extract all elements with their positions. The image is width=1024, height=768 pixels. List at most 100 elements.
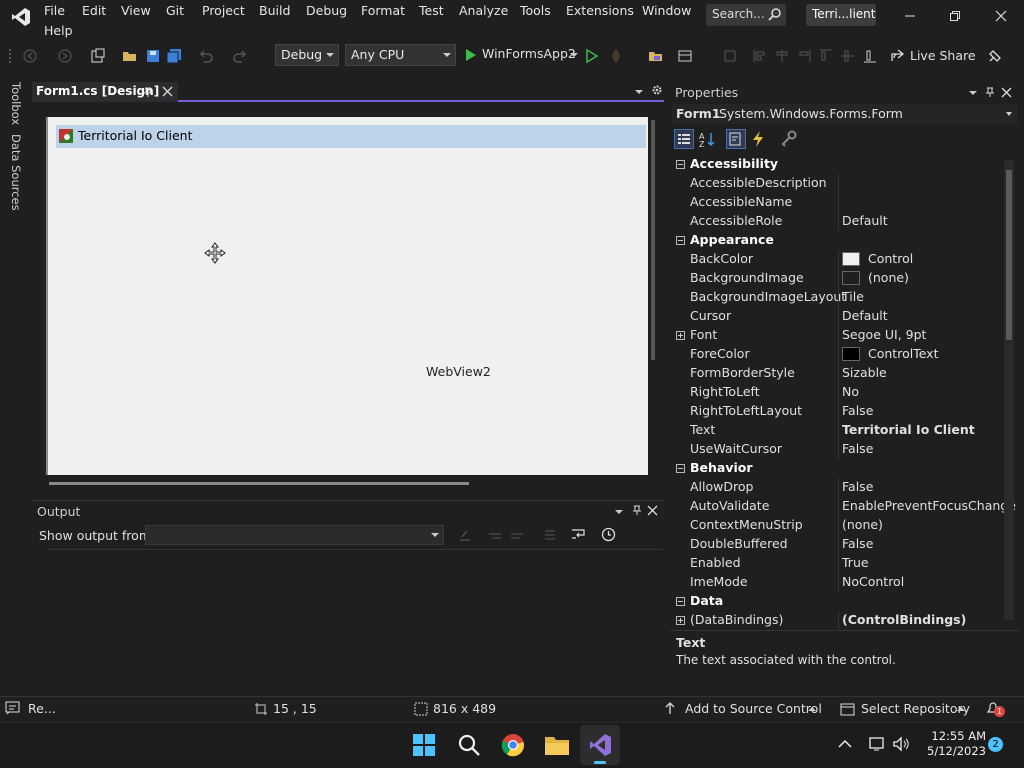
show-output-from-select[interactable] <box>145 525 444 545</box>
horizontal-scrollbar[interactable] <box>49 482 469 485</box>
menu-edit[interactable]: Edit <box>82 3 106 18</box>
property-category[interactable]: Accessibility <box>672 155 1000 174</box>
property-value[interactable]: True <box>842 555 869 570</box>
menu-project[interactable]: Project <box>202 3 245 18</box>
file-explorer-icon[interactable] <box>544 733 570 757</box>
webview2-control-label[interactable]: WebView2 <box>426 364 491 379</box>
property-row[interactable]: BackColor Control <box>672 250 1000 269</box>
property-row[interactable]: Cursor Default <box>672 307 1000 326</box>
property-value[interactable]: Sizable <box>842 365 887 380</box>
column-divider[interactable] <box>838 440 839 459</box>
events-view-icon[interactable] <box>750 130 766 148</box>
taskbar-search-icon[interactable] <box>457 733 481 757</box>
column-divider[interactable] <box>838 611 839 630</box>
menu-window[interactable]: Window <box>642 3 691 18</box>
column-divider[interactable] <box>838 535 839 554</box>
property-value[interactable]: Tile <box>842 289 864 304</box>
column-divider[interactable] <box>838 345 839 364</box>
object-selector[interactable]: Form1 System.Windows.Forms.Form <box>672 104 1018 124</box>
column-divider[interactable] <box>838 554 839 573</box>
column-divider[interactable] <box>838 478 839 497</box>
search-box[interactable]: Search... <box>706 4 786 26</box>
clear-all-icon[interactable] <box>542 528 556 542</box>
output-window-icon[interactable] <box>5 701 20 715</box>
next-message-icon[interactable] <box>510 528 524 542</box>
chrome-icon[interactable] <box>501 733 525 757</box>
output-pin-icon[interactable] <box>632 504 642 516</box>
property-row[interactable]: AccessibleDescription <box>672 174 1000 193</box>
property-category[interactable]: Data <box>672 592 1000 611</box>
tab-form1-design[interactable]: Form1.cs [Design] <box>32 82 178 102</box>
undo-icon[interactable] <box>198 48 214 64</box>
network-icon[interactable] <box>868 736 886 752</box>
expand-icon[interactable] <box>676 616 685 625</box>
volume-icon[interactable] <box>892 736 910 752</box>
property-value[interactable]: Territorial Io Client <box>842 422 975 437</box>
visual-studio-taskbar-button[interactable] <box>580 725 620 765</box>
properties-menu-chevron-icon[interactable] <box>968 89 978 97</box>
select-repository-button[interactable]: Select Repository <box>838 699 970 719</box>
minimize-icon[interactable] <box>902 8 918 24</box>
align-middle-icon[interactable] <box>840 48 856 64</box>
property-value[interactable]: False <box>842 536 873 551</box>
navigate-forward-icon[interactable] <box>57 48 73 64</box>
collapse-icon[interactable] <box>676 236 685 245</box>
solution-config-dropdown[interactable]: Debug <box>275 44 339 66</box>
prev-message-icon[interactable] <box>488 528 502 542</box>
expand-icon[interactable] <box>676 331 685 340</box>
property-row[interactable]: RightToLeft No <box>672 383 1000 402</box>
property-value[interactable]: False <box>842 479 873 494</box>
align-bottom-icon[interactable] <box>862 48 878 64</box>
property-row[interactable]: AccessibleName <box>672 193 1000 212</box>
menu-test[interactable]: Test <box>419 3 444 18</box>
property-value[interactable]: EnablePreventFocusChange <box>842 498 1016 513</box>
add-to-source-control-button[interactable]: Add to Source Control <box>662 699 822 719</box>
notifications-button[interactable]: 1 <box>985 700 1005 718</box>
property-row[interactable]: RightToLeftLayout False <box>672 402 1000 421</box>
property-pages-icon[interactable] <box>780 130 798 148</box>
property-value[interactable]: Default <box>842 213 888 228</box>
menu-tools[interactable]: Tools <box>520 3 551 18</box>
menu-analyze[interactable]: Analyze <box>459 3 508 18</box>
bring-to-front-icon[interactable] <box>722 48 738 64</box>
hot-reload-icon[interactable] <box>608 48 624 64</box>
open-folder-icon[interactable] <box>122 48 138 64</box>
clock-icon[interactable] <box>601 527 616 542</box>
property-category[interactable]: Appearance <box>672 231 1000 250</box>
property-row[interactable]: FormBorderStyle Sizable <box>672 364 1000 383</box>
column-divider[interactable] <box>838 269 839 288</box>
property-row[interactable]: ContextMenuStrip (none) <box>672 516 1000 535</box>
feedback-icon[interactable] <box>987 48 1003 64</box>
property-row[interactable]: AllowDrop False <box>672 478 1000 497</box>
align-center-icon[interactable] <box>774 48 790 64</box>
output-text-area[interactable] <box>47 549 663 689</box>
column-divider[interactable] <box>838 364 839 383</box>
property-value[interactable]: NoControl <box>842 574 904 589</box>
property-row[interactable]: ImeMode NoControl <box>672 573 1000 592</box>
property-row[interactable]: DoubleBuffered False <box>672 535 1000 554</box>
menu-git[interactable]: Git <box>166 3 184 18</box>
property-row[interactable]: BackgroundImageLayout Tile <box>672 288 1000 307</box>
property-row[interactable]: UseWaitCursor False <box>672 440 1000 459</box>
move-handle-icon[interactable] <box>204 242 226 264</box>
properties-close-icon[interactable] <box>1001 87 1012 98</box>
menu-help[interactable]: Help <box>44 23 73 38</box>
property-value[interactable]: (none) <box>842 517 883 532</box>
column-divider[interactable] <box>838 174 839 193</box>
property-value[interactable]: False <box>842 441 873 456</box>
align-right-icon[interactable] <box>796 48 812 64</box>
output-close-icon[interactable] <box>647 505 658 516</box>
column-divider[interactable] <box>838 383 839 402</box>
form-title-bar[interactable]: Territorial Io Client <box>56 125 646 148</box>
layout-icon[interactable] <box>677 48 693 64</box>
properties-view-icon[interactable] <box>726 129 746 149</box>
property-row[interactable]: (DataBindings) (ControlBindings) <box>672 611 1000 630</box>
menu-file[interactable]: File <box>44 3 65 18</box>
property-value[interactable]: ControlText <box>868 346 938 361</box>
property-value[interactable]: No <box>842 384 859 399</box>
column-divider[interactable] <box>838 212 839 231</box>
close-window-icon[interactable] <box>993 8 1009 24</box>
word-wrap-icon[interactable] <box>571 527 587 541</box>
find-message-icon[interactable] <box>458 528 472 542</box>
tab-overflow-chevron-icon[interactable] <box>634 88 644 96</box>
